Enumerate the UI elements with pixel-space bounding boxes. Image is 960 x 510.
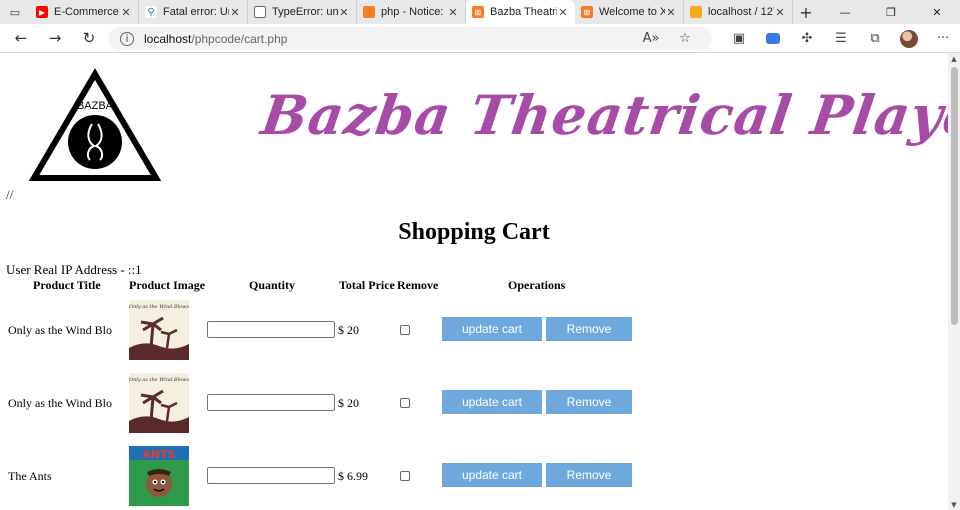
- xampp-icon: ⊠: [472, 6, 484, 18]
- book-cover-wind: Only as the Wind Blows: [129, 300, 189, 360]
- tab-title: php - Notice: U: [381, 6, 447, 18]
- close-tab-icon[interactable]: ✕: [665, 6, 677, 19]
- browser-tab[interactable]: localhost / 127 ✕: [684, 0, 793, 24]
- code-comment: //: [6, 187, 14, 202]
- remove-button[interactable]: Remove: [546, 317, 632, 341]
- header-quantity: Quantity: [249, 278, 296, 292]
- quantity-input[interactable]: [207, 467, 335, 484]
- page-content: BAZBA Bazba Theatrical Players // Shoppi…: [0, 53, 948, 510]
- scroll-up-icon[interactable]: ▲: [949, 55, 959, 63]
- search-icon: ⚲: [145, 6, 157, 18]
- close-tab-icon[interactable]: ✕: [120, 6, 132, 19]
- more-icon[interactable]: ···: [926, 24, 960, 53]
- header-remove: Remove: [397, 278, 439, 292]
- close-tab-icon[interactable]: ✕: [557, 6, 569, 19]
- collections-icon[interactable]: ⧉: [858, 24, 892, 53]
- page-title: Shopping Cart: [398, 219, 550, 245]
- product-title: Only as the Wind Blo: [8, 323, 112, 337]
- window-controls: — ❐ ✕: [822, 0, 960, 24]
- favorites-icon[interactable]: ☰: [824, 24, 858, 53]
- toolbar-actions: A» ☆ ▣ ✣ ☰ ⧉ ···: [634, 24, 960, 53]
- tab-title: Welcome to XA: [599, 6, 665, 18]
- close-tab-icon[interactable]: ✕: [447, 6, 459, 19]
- restore-icon[interactable]: ❐: [868, 0, 914, 24]
- remove-checkbox[interactable]: [400, 398, 410, 408]
- tab-title: Bazba Theatric: [490, 6, 557, 18]
- remove-button[interactable]: Remove: [546, 463, 632, 487]
- scroll-down-icon[interactable]: ▼: [949, 501, 959, 509]
- product-title: Only as the Wind Blo: [8, 396, 112, 410]
- quantity-input[interactable]: [207, 321, 335, 338]
- total-price: $ 20: [338, 323, 359, 337]
- header-product-image: Product Image: [129, 278, 206, 292]
- puzzle-icon[interactable]: ✣: [790, 24, 824, 53]
- tab-title: E-Commerce W: [54, 6, 120, 18]
- close-tab-icon[interactable]: ✕: [774, 6, 786, 19]
- tab-title: TypeError: uns: [272, 6, 338, 18]
- update-cart-button[interactable]: update cart: [442, 317, 542, 341]
- video-extension-icon[interactable]: [756, 24, 790, 53]
- remove-checkbox[interactable]: [400, 325, 410, 335]
- browser-tab[interactable]: ⚲ Fatal error: Unc ✕: [139, 0, 248, 24]
- favorite-add-icon[interactable]: ☆: [668, 24, 702, 53]
- scrollbar-thumb[interactable]: [951, 67, 958, 325]
- header-product-title: Product Title: [33, 278, 101, 292]
- minimize-icon[interactable]: —: [822, 0, 868, 24]
- update-cart-button[interactable]: update cart: [442, 463, 542, 487]
- address-host: localhost: [144, 31, 192, 46]
- read-aloud-icon[interactable]: A»: [634, 24, 668, 53]
- bazba-logo: BAZBA: [28, 68, 162, 181]
- address-bar[interactable]: i localhost/phpcode/cart.php: [108, 27, 712, 50]
- svg-text:ANTS: ANTS: [142, 448, 175, 461]
- document-icon: [254, 6, 266, 18]
- tab-actions-icon[interactable]: ▭: [0, 0, 30, 24]
- product-title: The Ants: [8, 469, 52, 483]
- site-banner-title: Bazba Theatrical Players: [257, 83, 948, 147]
- forward-icon[interactable]: →: [38, 24, 72, 53]
- header-total-price: Total Price: [339, 278, 395, 292]
- svg-text:Only as the Wind Blows: Only as the Wind Blows: [129, 377, 189, 383]
- tab-bar: ▭ ▶ E-Commerce W ✕ ⚲ Fatal error: Unc ✕ …: [0, 0, 960, 24]
- total-price: $ 6.99: [338, 469, 368, 483]
- logo-text: BAZBA: [77, 100, 114, 112]
- header-operations: Operations: [508, 278, 566, 292]
- total-price: $ 20: [338, 396, 359, 410]
- update-cart-button[interactable]: update cart: [442, 390, 542, 414]
- remove-button[interactable]: Remove: [546, 390, 632, 414]
- browser-tab-active[interactable]: ⊠ Bazba Theatric ✕: [466, 0, 575, 24]
- refresh-icon[interactable]: ↻: [72, 24, 106, 53]
- svg-text:Only as the Wind Blows: Only as the Wind Blows: [129, 304, 189, 310]
- book-cover-wind: Only as the Wind Blows: [129, 373, 189, 433]
- xampp-icon: ⊠: [581, 6, 593, 18]
- profile-avatar[interactable]: [892, 24, 926, 53]
- stackoverflow-icon: [363, 6, 375, 18]
- extension-icon[interactable]: ▣: [722, 24, 756, 53]
- close-window-icon[interactable]: ✕: [914, 0, 960, 24]
- info-icon[interactable]: i: [120, 31, 134, 46]
- browser-tab[interactable]: ⊠ Welcome to XA ✕: [575, 0, 684, 24]
- phpmyadmin-icon: [690, 6, 702, 18]
- browser-tab[interactable]: TypeError: uns ✕: [248, 0, 357, 24]
- tab-title: Fatal error: Unc: [163, 6, 229, 18]
- address-path: /phpcode/cart.php: [191, 31, 288, 46]
- vertical-scrollbar[interactable]: ▲ ▼: [948, 53, 960, 510]
- new-tab-icon[interactable]: +: [793, 0, 819, 24]
- quantity-input[interactable]: [207, 394, 335, 411]
- close-tab-icon[interactable]: ✕: [229, 6, 241, 19]
- browser-tab[interactable]: ▶ E-Commerce W ✕: [30, 0, 139, 24]
- remove-checkbox[interactable]: [400, 471, 410, 481]
- book-cover-ants: ANTS: [129, 446, 189, 506]
- youtube-icon: ▶: [36, 6, 48, 18]
- back-icon[interactable]: ←: [4, 24, 38, 53]
- tab-title: localhost / 127: [708, 6, 774, 18]
- close-tab-icon[interactable]: ✕: [338, 6, 350, 19]
- browser-tab[interactable]: php - Notice: U ✕: [357, 0, 466, 24]
- ip-address-text: User Real IP Address - ::1: [6, 262, 142, 277]
